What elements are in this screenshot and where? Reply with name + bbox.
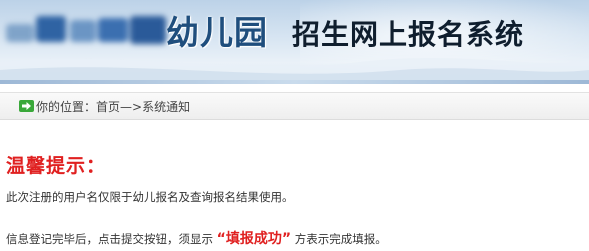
notice-line-1: 此次注册的用户名仅限于幼儿报名及查询报名结果使用。 <box>6 190 294 204</box>
notice-line-2-before: 信息登记完毕后，点击提交按钮，须显示 <box>6 232 213 246</box>
page: 幼儿园 招生网上报名系统 你的位置：首页—>系统通知 温馨提示： 此次注册的用户… <box>0 0 589 251</box>
notice-line-2-after: 方表示完成填报。 <box>294 232 387 246</box>
breadcrumb-prefix: 你的位置： <box>36 100 97 114</box>
breadcrumb-current: 系统通知 <box>142 100 191 114</box>
notice-line-2: 信息登记完毕后，点击提交按钮，须显示 “填报成功” 方表示完成填报。 <box>6 228 387 248</box>
banner-divider <box>0 80 589 84</box>
notice-title: 温馨提示： <box>6 155 107 177</box>
breadcrumb: 你的位置：首页—>系统通知 <box>0 92 589 120</box>
arrow-right-icon <box>19 100 34 112</box>
notice-success-highlight: “填报成功” <box>216 231 292 247</box>
header-banner: 幼儿园 招生网上报名系统 <box>0 0 589 84</box>
school-name-obscured <box>2 10 170 48</box>
breadcrumb-separator: —> <box>120 100 143 114</box>
system-title: 招生网上报名系统 <box>292 18 525 51</box>
breadcrumb-home-link[interactable]: 首页 <box>96 100 120 114</box>
school-name-suffix: 幼儿园 <box>166 13 268 52</box>
